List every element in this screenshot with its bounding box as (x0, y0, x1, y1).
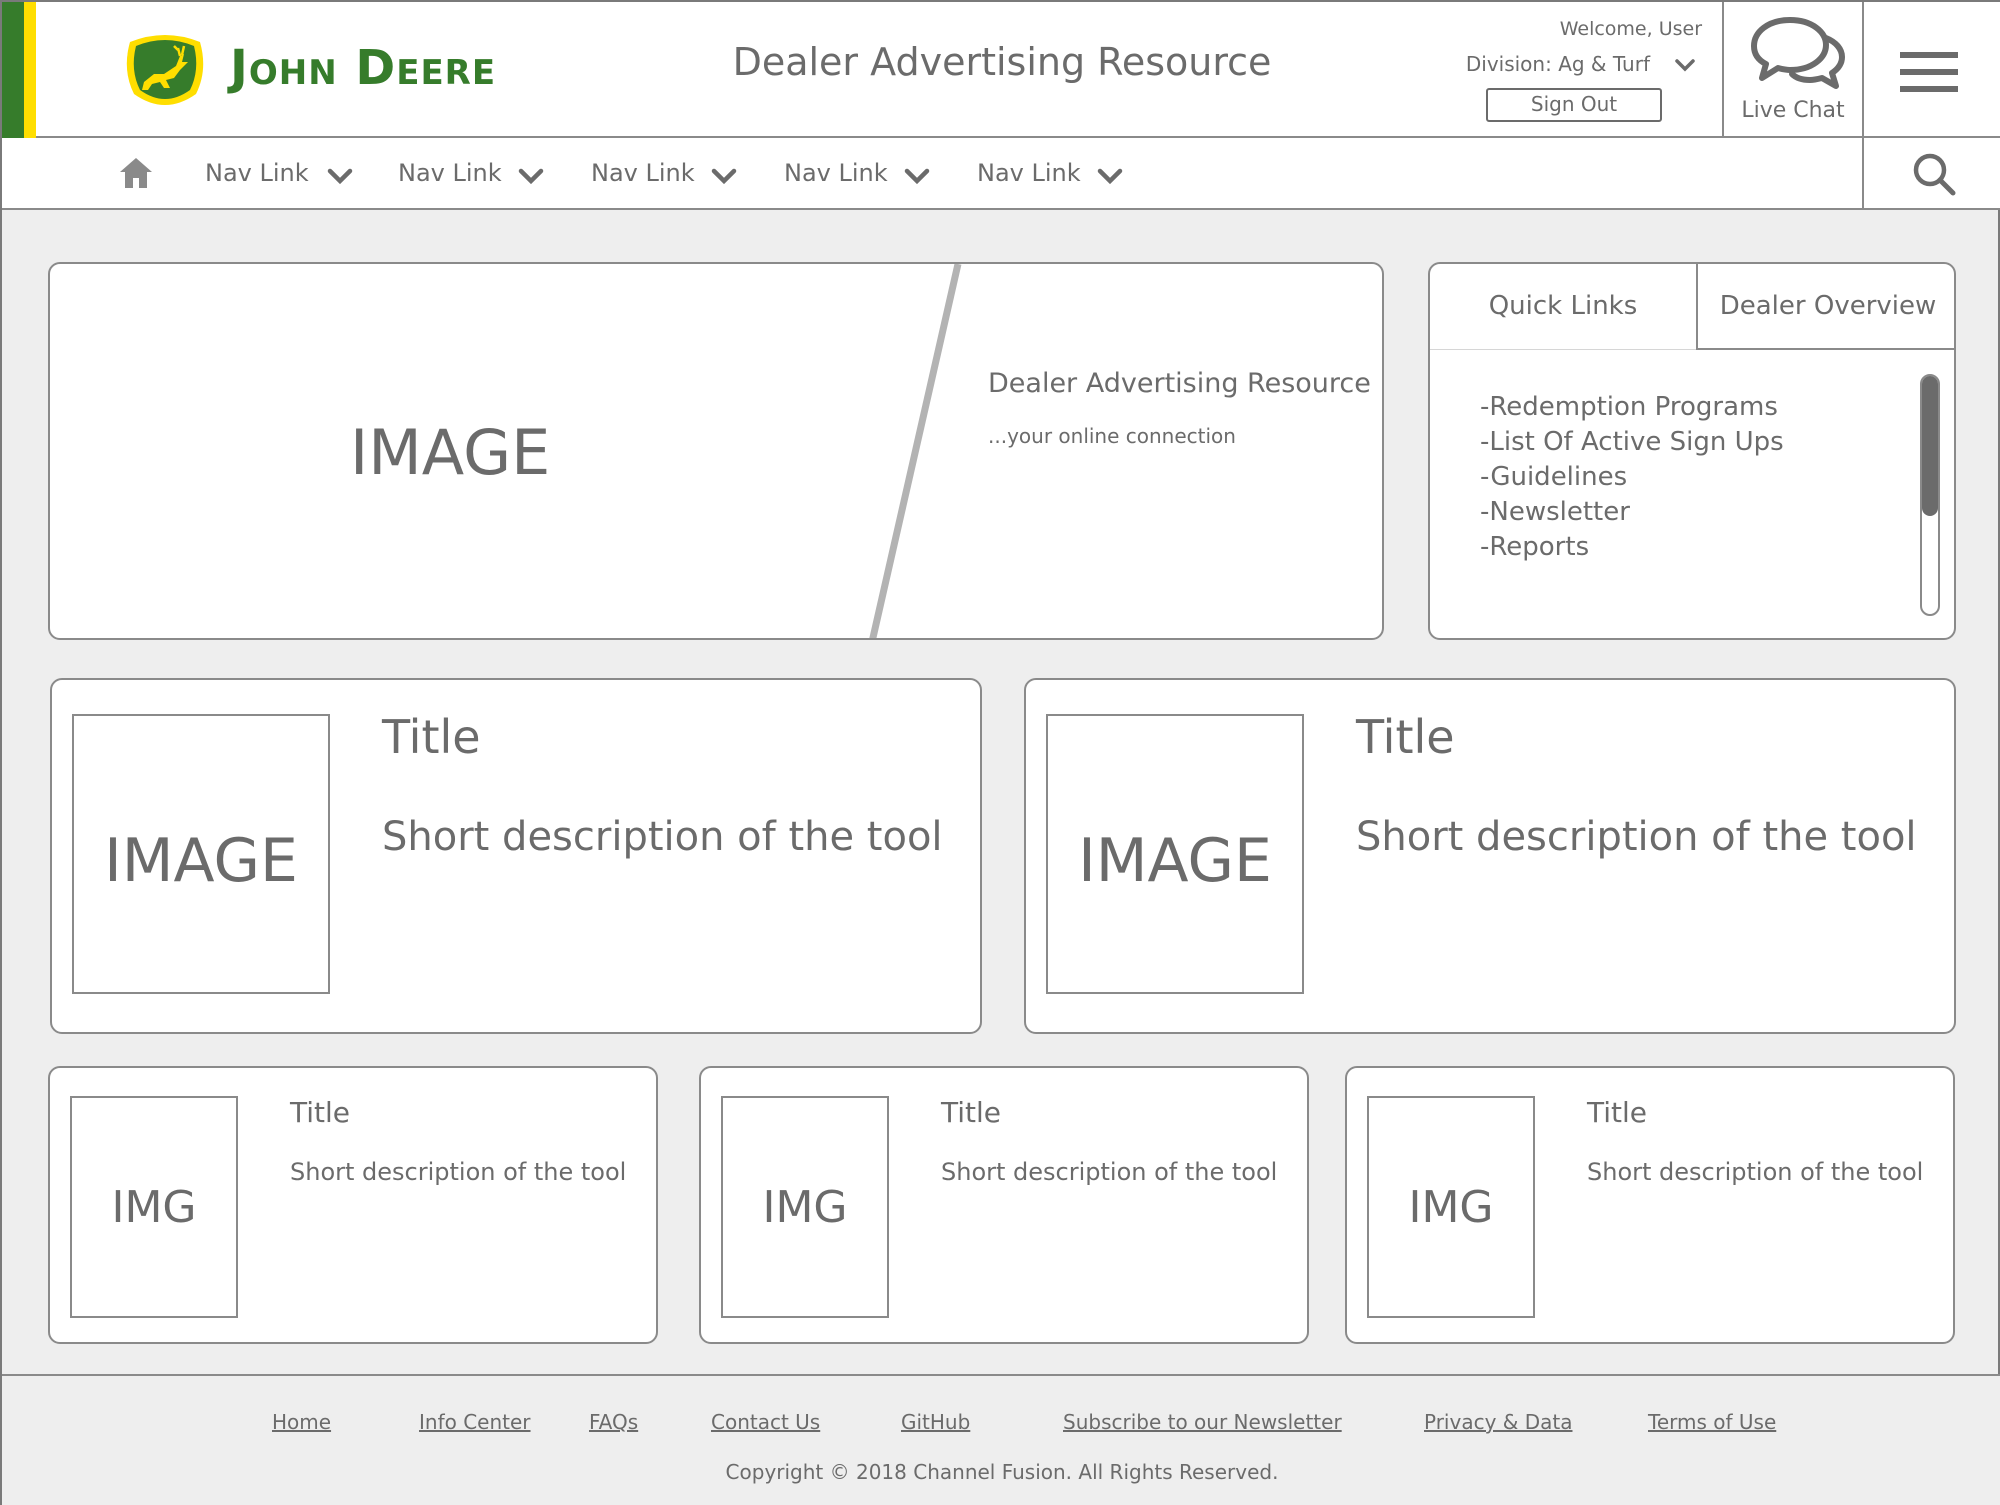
hero-banner[interactable]: IMAGE Dealer Advertising Resource ...you… (48, 262, 1384, 640)
site-header: John Deere Dealer Advertising Resource W… (2, 2, 2000, 138)
hero-subtitle: ...your online connection (988, 424, 1236, 448)
leaping-deer-icon[interactable] (120, 30, 210, 112)
brand-stripe-green (2, 2, 24, 138)
tab-dealer-overview[interactable]: Dealer Overview (1696, 264, 1954, 350)
quick-link-item[interactable]: -Newsletter (1480, 495, 1784, 530)
image-placeholder-label: IMG (1408, 1182, 1494, 1233)
tool-title: Title (1587, 1096, 1648, 1129)
footer-link-terms[interactable]: Terms of Use (1648, 1410, 1776, 1434)
feature-title: Title (1356, 710, 1455, 764)
image-placeholder-label: IMAGE (104, 826, 298, 896)
division-selector[interactable]: Division: Ag & Turf (1432, 52, 1650, 76)
nav-link-2[interactable]: Nav Link (398, 156, 548, 192)
footer-link-contact-us[interactable]: Contact Us (711, 1410, 820, 1434)
chevron-down-icon (711, 168, 737, 185)
chevron-down-icon (518, 168, 544, 185)
feature-card[interactable]: IMAGE Title Short description of the too… (1024, 678, 1956, 1034)
scrollbar[interactable] (1920, 374, 1940, 616)
nav-link-label: Nav Link (398, 159, 502, 187)
tool-description: Short description of the tool (290, 1158, 627, 1186)
tool-card[interactable]: IMG Title Short description of the tool (699, 1066, 1309, 1344)
footer-link-faqs[interactable]: FAQs (589, 1410, 638, 1434)
image-placeholder-label: IMG (111, 1182, 197, 1233)
nav-link-label: Nav Link (784, 159, 888, 187)
footer-link-newsletter[interactable]: Subscribe to our Newsletter (1063, 1410, 1342, 1434)
tool-description: Short description of the tool (1587, 1158, 1924, 1186)
nav-link-label: Nav Link (205, 159, 309, 187)
feature-image-placeholder: IMAGE (72, 714, 330, 994)
nav-link-label: Nav Link (977, 159, 1081, 187)
quick-links-panel: Quick Links Dealer Overview -Redemption … (1428, 262, 1956, 640)
page-frame: John Deere Dealer Advertising Resource W… (0, 0, 2000, 1505)
nav-link-1[interactable]: Nav Link (205, 156, 355, 192)
chevron-down-icon[interactable] (1674, 58, 1696, 74)
tool-title: Title (290, 1096, 351, 1129)
tool-image-placeholder: IMG (1367, 1096, 1535, 1318)
feature-description: Short description of the tool (1356, 814, 1917, 860)
feature-title: Title (382, 710, 481, 764)
live-chat-label: Live Chat (1741, 98, 1845, 123)
nav-link-5[interactable]: Nav Link (977, 156, 1127, 192)
scrollbar-thumb[interactable] (1922, 376, 1938, 516)
footer-link-home[interactable]: Home (272, 1410, 331, 1434)
tool-title: Title (941, 1096, 1002, 1129)
image-placeholder-label: IMG (762, 1182, 848, 1233)
brand-stripe-yellow (24, 2, 36, 138)
hero-title: Dealer Advertising Resource (988, 368, 1371, 399)
live-chat-button[interactable]: Live Chat (1722, 2, 1864, 138)
tool-image-placeholder: IMG (721, 1096, 889, 1318)
welcome-text: Welcome, User (1559, 18, 1702, 40)
chevron-down-icon (904, 168, 930, 185)
tool-description: Short description of the tool (941, 1158, 1278, 1186)
chat-bubbles-icon (1751, 17, 1845, 89)
feature-description: Short description of the tool (382, 814, 943, 860)
search-icon (1913, 153, 1956, 196)
hamburger-menu-icon[interactable] (1900, 50, 1958, 94)
footer-link-github[interactable]: GitHub (901, 1410, 970, 1434)
nav-link-3[interactable]: Nav Link (591, 156, 741, 192)
quick-link-item[interactable]: -List Of Active Sign Ups (1480, 425, 1784, 460)
feature-card[interactable]: IMAGE Title Short description of the too… (50, 678, 982, 1034)
site-title: Dealer Advertising Resource (732, 40, 1272, 84)
site-footer: Home Info Center FAQs Contact Us GitHub … (2, 1374, 2000, 1505)
tab-quick-links[interactable]: Quick Links (1430, 264, 1696, 350)
quick-links-list: -Redemption Programs -List Of Active Sig… (1480, 390, 1784, 565)
tool-card[interactable]: IMG Title Short description of the tool (48, 1066, 658, 1344)
footer-link-privacy[interactable]: Privacy & Data (1424, 1410, 1572, 1434)
search-button[interactable] (1862, 138, 2000, 210)
nav-link-label: Nav Link (591, 159, 695, 187)
hero-slash-divider (869, 264, 962, 638)
chevron-down-icon (1097, 168, 1123, 185)
home-icon[interactable] (118, 156, 154, 190)
brand-wordmark[interactable]: John Deere (230, 40, 496, 96)
quick-link-item[interactable]: -Reports (1480, 530, 1784, 565)
tool-card[interactable]: IMG Title Short description of the tool (1345, 1066, 1955, 1344)
chevron-down-icon (327, 168, 353, 185)
main-navigation: Nav Link Nav Link Nav Link Nav Link Nav … (2, 138, 2000, 210)
footer-link-info-center[interactable]: Info Center (419, 1410, 531, 1434)
feature-image-placeholder: IMAGE (1046, 714, 1304, 994)
brand-name: John Deere (230, 40, 497, 96)
quick-link-item[interactable]: -Redemption Programs (1480, 390, 1784, 425)
tool-image-placeholder: IMG (70, 1096, 238, 1318)
image-placeholder-label: IMAGE (1078, 826, 1272, 896)
nav-link-4[interactable]: Nav Link (784, 156, 934, 192)
quick-link-item[interactable]: -Guidelines (1480, 460, 1784, 495)
sign-out-button[interactable]: Sign Out (1486, 88, 1662, 122)
copyright-text: Copyright © 2018 Channel Fusion. All Rig… (725, 1460, 1279, 1484)
